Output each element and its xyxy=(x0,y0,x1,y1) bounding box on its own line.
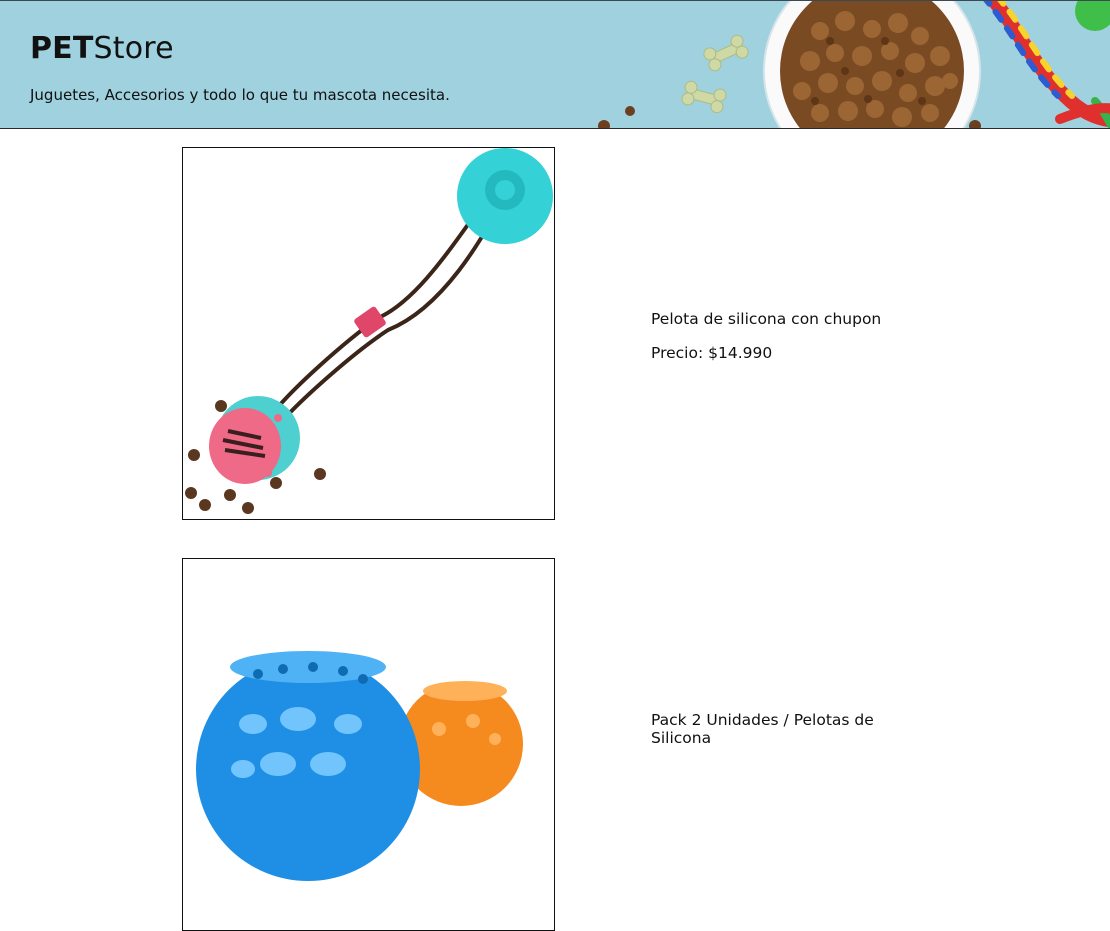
green-ball-icon xyxy=(1075,1,1110,31)
site-header: PETStore Juguetes, Accesorios y todo lo … xyxy=(0,0,1110,129)
suction-rope-ball-toy-icon xyxy=(185,148,553,514)
product-name[interactable]: Pack 2 Unidades / Pelotas de Silicona xyxy=(651,711,911,747)
product-name[interactable]: Pelota de silicona con chupon xyxy=(651,310,911,328)
product-price: Precio: $14.990 xyxy=(651,344,773,362)
blue-orange-silicone-balls-icon xyxy=(196,651,523,881)
site-tagline: Juguetes, Accesorios y todo lo que tu ma… xyxy=(30,86,450,104)
food-bowl-icon xyxy=(763,1,981,128)
product-image-1[interactable] xyxy=(182,147,555,520)
product-image-2[interactable] xyxy=(182,558,555,931)
product-info-1: Pelota de silicona con chupon Precio: $1… xyxy=(651,310,911,362)
header-banner-art xyxy=(598,1,1110,128)
brand-light: Store xyxy=(93,31,174,66)
site-logo[interactable]: PETStore xyxy=(30,31,174,66)
product-info-2: Pack 2 Unidades / Pelotas de Silicona xyxy=(651,711,911,763)
brand-strong: PET xyxy=(30,31,94,66)
dog-bone-icon xyxy=(681,34,749,114)
